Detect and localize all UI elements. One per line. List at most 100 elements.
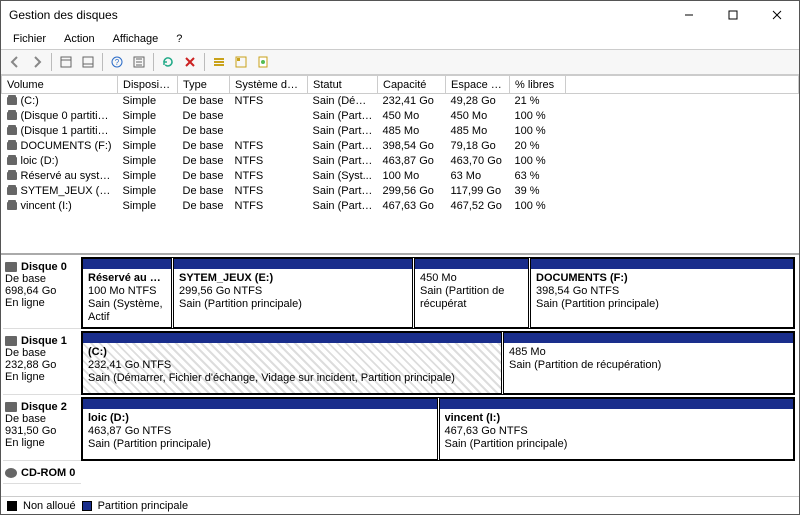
partition-reserved[interactable]: Réservé au systèm 100 Mo NTFS Sain (Syst… [82, 258, 172, 328]
col-capacite[interactable]: Capacité [378, 76, 446, 94]
view-bottom-icon[interactable] [78, 52, 98, 72]
disk-status: En ligne [5, 297, 79, 309]
partition-recovery-450[interactable]: 450 Mo Sain (Partition de récupérat [414, 258, 529, 328]
disk-label-0[interactable]: Disque 0 De base 698,64 Go En ligne [3, 257, 81, 329]
disk-row-1: Disque 1 De base 232,88 Go En ligne (C:)… [3, 331, 795, 395]
cell-capacite: 299,56 Go [378, 184, 446, 199]
cell-statut: Sain (Parti... [308, 109, 378, 124]
partition-status: Sain (Système, Actif [88, 298, 166, 324]
partition-name: DOCUMENTS (F:) [536, 272, 788, 285]
menu-view[interactable]: Affichage [105, 31, 167, 47]
cell-type: De base [178, 109, 230, 124]
toolbar-separator [153, 53, 154, 71]
cell-espace: 79,18 Go [446, 139, 510, 154]
partition-vincent[interactable]: vincent (I:) 467,63 Go NTFS Sain (Partit… [439, 398, 795, 460]
properties-icon[interactable] [253, 52, 273, 72]
cell-type: De base [178, 124, 230, 139]
disk-management-window: Gestion des disques Fichier Action Affic… [0, 0, 800, 515]
cell-disposition: Simple [118, 124, 178, 139]
disk-label-1[interactable]: Disque 1 De base 232,88 Go En ligne [3, 331, 81, 395]
partition-name: vincent (I:) [445, 412, 789, 425]
partition-status: Sain (Partition principale) [445, 438, 789, 451]
col-statut[interactable]: Statut [308, 76, 378, 94]
close-button[interactable] [755, 1, 799, 29]
forward-icon[interactable] [27, 52, 47, 72]
partition-documents[interactable]: DOCUMENTS (F:) 398,54 Go NTFS Sain (Part… [530, 258, 794, 328]
cell-fs: NTFS [230, 154, 308, 169]
volume-icon [7, 187, 17, 195]
partition-loic[interactable]: loic (D:) 463,87 Go NTFS Sain (Partition… [82, 398, 438, 460]
legend: Non alloué Partition principale [1, 496, 799, 514]
disk-partitions-2: loic (D:) 463,87 Go NTFS Sain (Partition… [81, 397, 795, 461]
disk-icon [5, 336, 17, 346]
disk-label-cdrom[interactable]: CD-ROM 0 [3, 463, 81, 484]
table-row[interactable]: (Disque 0 partition...SimpleDe baseSain … [2, 109, 799, 124]
delete-icon[interactable] [180, 52, 200, 72]
col-espace[interactable]: Espace li... [446, 76, 510, 94]
disk-name: CD-ROM 0 [21, 467, 75, 479]
window-title: Gestion des disques [9, 8, 667, 22]
cell-capacite: 450 Mo [378, 109, 446, 124]
partition-sytem-jeux[interactable]: SYTEM_JEUX (E:) 299,56 Go NTFS Sain (Par… [173, 258, 413, 328]
col-disposition[interactable]: Disposition [118, 76, 178, 94]
disk-status: En ligne [5, 371, 79, 383]
list-icon[interactable] [209, 52, 229, 72]
cell-capacite: 100 Mo [378, 169, 446, 184]
table-row[interactable]: (Disque 1 partition...SimpleDe baseSain … [2, 124, 799, 139]
cell-espace: 63 Mo [446, 169, 510, 184]
disk-name: Disque 1 [21, 335, 67, 347]
table-row[interactable]: Réservé au systèmeSimpleDe baseNTFSSain … [2, 169, 799, 184]
partition-recovery-485[interactable]: 485 Mo Sain (Partition de récupération) [503, 332, 794, 394]
cell-disposition: Simple [118, 94, 178, 109]
minimize-button[interactable] [667, 1, 711, 29]
disk-label-2[interactable]: Disque 2 De base 931,50 Go En ligne [3, 397, 81, 461]
disk-type: De base [5, 413, 79, 425]
titlebar: Gestion des disques [1, 1, 799, 29]
col-type[interactable]: Type [178, 76, 230, 94]
cell-fs [230, 109, 308, 124]
disk-type: De base [5, 273, 79, 285]
table-row[interactable]: SYTEM_JEUX (E:)SimpleDe baseNTFSSain (Pa… [2, 184, 799, 199]
detail-icon[interactable] [231, 52, 251, 72]
partition-status: Sain (Partition principale) [88, 438, 432, 451]
volume-icon [7, 172, 17, 180]
legend-unallocated: Non alloué [23, 500, 76, 512]
col-libres[interactable]: % libres [510, 76, 566, 94]
table-row[interactable]: vincent (I:)SimpleDe baseNTFSSain (Parti… [2, 199, 799, 214]
cd-icon [5, 468, 17, 478]
table-row[interactable]: loic (D:)SimpleDe baseNTFSSain (Parti...… [2, 154, 799, 169]
menu-help[interactable]: ? [168, 31, 190, 47]
cell-volume: (Disque 1 partition... [2, 124, 118, 139]
maximize-button[interactable] [711, 1, 755, 29]
partition-name: SYTEM_JEUX (E:) [179, 272, 407, 285]
view-top-icon[interactable] [56, 52, 76, 72]
cell-volume: SYTEM_JEUX (E:) [2, 184, 118, 199]
partition-status: Sain (Partition de récupérat [420, 285, 523, 311]
cell-espace: 463,70 Go [446, 154, 510, 169]
cell-statut: Sain (Syst... [308, 169, 378, 184]
table-header-row: Volume Disposition Type Système de ... S… [2, 76, 799, 94]
disk-type: De base [5, 347, 79, 359]
back-icon[interactable] [5, 52, 25, 72]
volume-icon [7, 157, 17, 165]
help-icon[interactable]: ? [107, 52, 127, 72]
cell-fs [230, 124, 308, 139]
col-fs[interactable]: Système de ... [230, 76, 308, 94]
disk-name: Disque 0 [21, 261, 67, 273]
volume-icon [7, 97, 17, 105]
disk-status: En ligne [5, 437, 79, 449]
volume-icon [7, 112, 17, 120]
menu-action[interactable]: Action [56, 31, 103, 47]
table-row[interactable]: (C:)SimpleDe baseNTFSSain (Dém...232,41 … [2, 94, 799, 109]
partition-header [83, 259, 171, 269]
col-volume[interactable]: Volume [2, 76, 118, 94]
settings-icon[interactable] [129, 52, 149, 72]
cell-espace: 117,99 Go [446, 184, 510, 199]
cell-volume: DOCUMENTS (F:) [2, 139, 118, 154]
cell-capacite: 467,63 Go [378, 199, 446, 214]
partition-c[interactable]: (C:) 232,41 Go NTFS Sain (Démarrer, Fich… [82, 332, 502, 394]
menubar: Fichier Action Affichage ? [1, 29, 799, 49]
menu-file[interactable]: Fichier [5, 31, 54, 47]
refresh-icon[interactable] [158, 52, 178, 72]
table-row[interactable]: DOCUMENTS (F:)SimpleDe baseNTFSSain (Par… [2, 139, 799, 154]
